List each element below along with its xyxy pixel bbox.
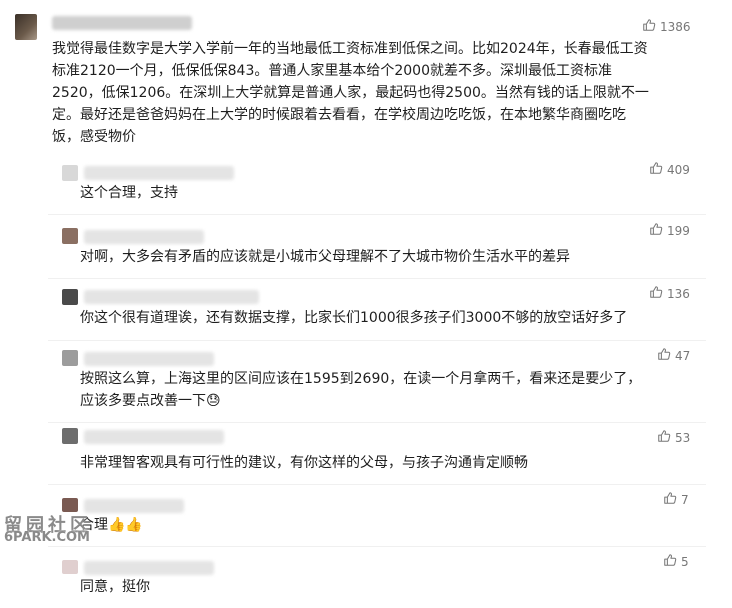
comment-text-line: 应该多要点改善一下😓: [80, 393, 221, 409]
like-button[interactable]: 47: [657, 347, 690, 364]
thumbs-up-icon: [649, 161, 663, 178]
like-count: 47: [675, 348, 691, 363]
like-button[interactable]: 5: [663, 553, 689, 570]
comment-text-line: 你这个很有道理诶，还有数据支撑，比家长们1000很多孩子们3000不够的放空话好…: [80, 310, 628, 326]
username-blurred[interactable]: [84, 166, 234, 180]
like-button[interactable]: 7: [663, 491, 689, 508]
divider: [48, 484, 706, 485]
comment-text-line: 非常理智客观具有可行性的建议，有你这样的父母，与孩子沟通肯定顺畅: [80, 455, 528, 471]
like-count: 1386: [660, 19, 691, 34]
username-blurred[interactable]: [84, 290, 259, 304]
avatar[interactable]: [62, 498, 78, 512]
avatar[interactable]: [62, 560, 78, 574]
comment-text-line: 标准2120一个月，低保低保843。普通人家里基本给个2000就差不多。深圳最低…: [52, 63, 612, 79]
comment-text-line: 同意，挺你: [80, 579, 150, 595]
comment-text-line: 定。最好还是爸爸妈妈在上大学的时候跟着去看看，在学校周边吃吃饭，在本地繁华商圈吃…: [52, 107, 626, 123]
like-button[interactable]: 136: [649, 285, 690, 302]
username-blurred[interactable]: [84, 499, 184, 513]
username-blurred[interactable]: [84, 352, 214, 366]
like-count: 7: [681, 492, 689, 507]
username-blurred[interactable]: [84, 230, 204, 244]
thumbs-up-icon: [657, 347, 671, 364]
thumbs-up-icon: [642, 18, 656, 35]
avatar[interactable]: [62, 289, 78, 305]
divider: [48, 278, 706, 279]
username-blurred[interactable]: [52, 16, 192, 30]
username-blurred[interactable]: [84, 430, 224, 444]
watermark-url: 6PARK.COM: [4, 530, 90, 545]
thumbs-up-icon: [663, 491, 677, 508]
comment-text-line: 这个合理，支持: [80, 185, 178, 201]
divider: [48, 340, 706, 341]
username-blurred[interactable]: [84, 561, 214, 575]
like-button[interactable]: 53: [657, 429, 690, 446]
divider: [48, 546, 706, 547]
like-button[interactable]: 199: [649, 222, 690, 239]
like-count: 199: [667, 223, 690, 238]
like-button[interactable]: 409: [649, 161, 690, 178]
like-button[interactable]: 1386: [642, 18, 691, 35]
comment-text-line: 按照这么算，上海这里的区间应该在1595到2690，在读一个月拿两千，看来还是要…: [80, 371, 642, 387]
comment-text-line: 我觉得最佳数字是大学入学前一年的当地最低工资标准到低保之间。比如2024年，长春…: [52, 41, 648, 57]
like-count: 409: [667, 162, 690, 177]
thumbs-up-icon: [663, 553, 677, 570]
avatar[interactable]: [62, 350, 78, 366]
thumbs-up-icon: [649, 222, 663, 239]
thumbs-up-icon: [657, 429, 671, 446]
like-count: 5: [681, 554, 689, 569]
avatar[interactable]: [62, 228, 78, 244]
divider: [48, 422, 706, 423]
comment-text-line: 饭，感受物价: [52, 129, 136, 145]
comment-text-line: 2520，低保1206。在深圳上大学就算是普通人家，最起码也得2500。当然有钱…: [52, 85, 649, 101]
comment-text-line: 对啊，大多会有矛盾的应该就是小城市父母理解不了大城市物价生活水平的差异: [80, 249, 570, 265]
avatar[interactable]: [62, 428, 78, 444]
avatar[interactable]: [15, 14, 37, 40]
avatar[interactable]: [62, 165, 78, 181]
divider: [48, 214, 706, 215]
thumbs-up-icon: [649, 285, 663, 302]
like-count: 136: [667, 286, 690, 301]
like-count: 53: [675, 430, 691, 445]
